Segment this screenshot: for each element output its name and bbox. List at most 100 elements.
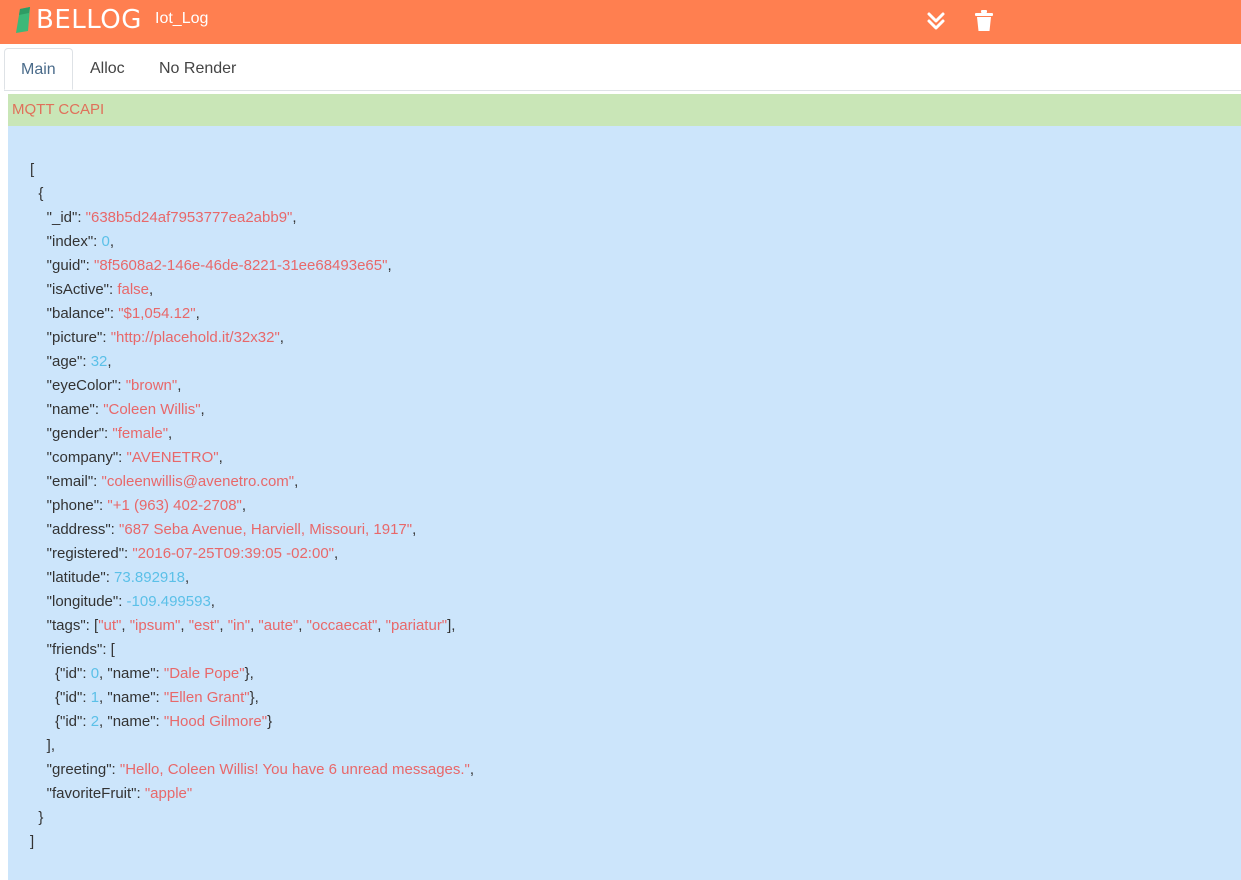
json-punct: "email":	[30, 473, 102, 490]
json-line: "address": "687 Seba Avenue, Harviell, M…	[30, 518, 417, 542]
json-number: 2	[90, 713, 100, 730]
json-number: 0	[90, 665, 100, 682]
json-punct: "_id":	[30, 209, 86, 226]
json-punct: ,	[180, 617, 189, 634]
json-line: "latitude": 73.892918,	[30, 566, 189, 590]
json-punct: ,	[121, 617, 130, 634]
clear-log-button[interactable]	[970, 7, 998, 35]
json-string: "Ellen Grant"	[163, 689, 250, 706]
json-line: "eyeColor": "brown",	[30, 374, 182, 398]
json-punct: ,	[377, 617, 386, 634]
json-punct: ,	[184, 569, 190, 586]
json-line: "registered": "2016-07-25T09:39:05 -02:0…	[30, 542, 339, 566]
json-punct: }	[267, 713, 273, 730]
json-punct: ,	[107, 353, 112, 370]
json-punct: ,	[149, 281, 154, 298]
json-string: "ipsum"	[129, 617, 181, 634]
json-line: "friends": [	[30, 638, 115, 662]
json-punct: ,	[298, 617, 307, 634]
json-string: "aute"	[258, 617, 299, 634]
json-punct: ,	[279, 329, 284, 346]
json-string: "$1,054.12"	[118, 305, 196, 322]
json-punct: "company":	[30, 449, 127, 466]
json-string: "apple"	[144, 785, 193, 802]
json-punct: ,	[218, 449, 223, 466]
json-line: "index": 0,	[30, 230, 114, 254]
app-logo: BELLOG	[14, 5, 142, 35]
json-number: 32	[90, 353, 108, 370]
json-line: "picture": "http://placehold.it/32x32",	[30, 326, 284, 350]
json-punct: ]	[30, 833, 35, 850]
json-line: "favoriteFruit": "apple"	[30, 782, 193, 806]
json-string: "638b5d24af7953777ea2abb9"	[85, 209, 293, 226]
json-punct: "balance":	[30, 305, 119, 322]
json-punct: ,	[469, 761, 475, 778]
json-number: 1	[90, 689, 100, 706]
json-line: {"id": 2, "name": "Hood Gilmore"}	[30, 710, 272, 734]
json-punct: {"id":	[30, 689, 91, 706]
json-punct: "address":	[30, 521, 120, 538]
json-punct: , "name":	[99, 689, 164, 706]
json-line: }	[30, 806, 43, 830]
json-string: "pariatur"	[385, 617, 448, 634]
json-line: ]	[30, 830, 34, 854]
json-line: "phone": "+1 (963) 402-2708",	[30, 494, 246, 518]
json-punct: ,	[294, 473, 299, 490]
json-line: [	[30, 158, 34, 182]
json-string: "Hello, Coleen Willis! You have 6 unread…	[119, 761, 470, 778]
json-line: "tags": ["ut", "ipsum", "est", "in", "au…	[30, 614, 456, 638]
json-string: "Hood Gilmore"	[163, 713, 268, 730]
json-punct: "tags": [	[30, 617, 99, 634]
json-punct: ,	[195, 305, 200, 322]
json-string: "Coleen Willis"	[103, 401, 201, 418]
json-punct: ],	[447, 617, 456, 634]
json-line: "age": 32,	[30, 350, 112, 374]
log-message-panel: [ { "_id": "638b5d24af7953777ea2abb9", "…	[8, 126, 1241, 880]
json-line: "company": "AVENETRO",	[30, 446, 223, 470]
json-string: "occaecat"	[306, 617, 378, 634]
json-line: "balance": "$1,054.12",	[30, 302, 200, 326]
tab-no-render[interactable]: No Render	[143, 48, 252, 89]
json-string: "brown"	[125, 377, 178, 394]
json-punct: ,	[412, 521, 417, 538]
logo-text: BELLOG	[36, 5, 142, 35]
json-punct: "greeting":	[30, 761, 120, 778]
json-punct: , "name":	[99, 713, 164, 730]
json-punct: "picture":	[30, 329, 111, 346]
json-line: "longitude": -109.499593,	[30, 590, 215, 614]
json-punct: "latitude":	[30, 569, 115, 586]
json-punct: ,	[168, 425, 173, 442]
json-punct: "guid":	[30, 257, 95, 274]
scroll-to-bottom-button[interactable]	[922, 7, 950, 35]
json-line: "email": "coleenwillis@avenetro.com",	[30, 470, 299, 494]
json-string: "http://placehold.it/32x32"	[110, 329, 280, 346]
trash-icon	[975, 10, 993, 31]
json-punct: ,	[109, 233, 115, 250]
json-punct: ,	[177, 377, 182, 394]
log-source-header: MQTT CCAPI	[8, 94, 1241, 126]
json-punct: }	[30, 809, 44, 826]
json-punct: ,	[219, 617, 228, 634]
tab-alloc[interactable]: Alloc	[74, 48, 141, 89]
tab-main[interactable]: Main	[4, 48, 73, 90]
json-punct: "eyeColor":	[30, 377, 126, 394]
json-punct: "name":	[30, 401, 104, 418]
json-string: "female"	[112, 425, 169, 442]
json-number: 73.892918	[114, 569, 185, 586]
json-string: "ut"	[98, 617, 122, 634]
json-boolean: false	[117, 281, 150, 298]
json-punct: "registered":	[30, 545, 133, 562]
json-punct: ,	[334, 545, 339, 562]
json-punct: {"id":	[30, 713, 91, 730]
json-line: "_id": "638b5d24af7953777ea2abb9",	[30, 206, 297, 230]
json-string: "8f5608a2-146e-46de-8221-31ee68493e65"	[94, 257, 388, 274]
json-punct: "friends": [	[30, 641, 115, 658]
json-punct: ],	[30, 737, 56, 754]
json-line: ],	[30, 734, 55, 758]
json-number: 0	[101, 233, 110, 250]
json-string: "AVENETRO"	[126, 449, 219, 466]
json-string: "in"	[227, 617, 251, 634]
json-punct: {	[30, 185, 44, 202]
json-punct: ,	[292, 209, 297, 226]
json-string: "687 Seba Avenue, Harviell, Missouri, 19…	[119, 521, 413, 538]
